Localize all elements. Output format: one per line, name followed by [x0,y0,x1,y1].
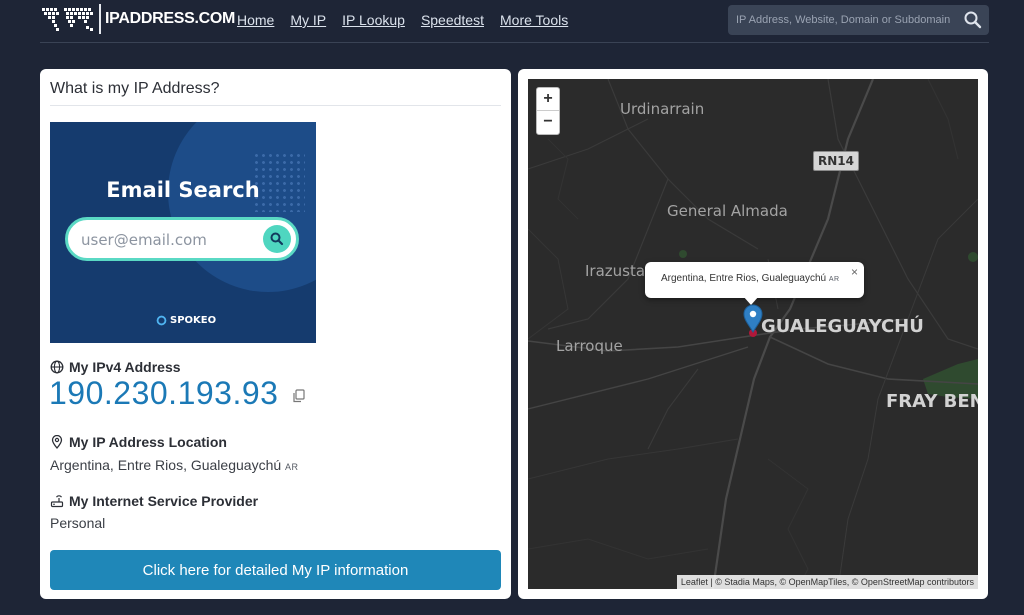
search-box [728,5,989,35]
place-fray-bentos: FRAY BEN [886,391,978,412]
attribution-contributors: contributors [924,577,974,587]
place-general-almada: General Almada [667,202,788,220]
nav-home[interactable]: Home [237,12,274,28]
location-value: Argentina, Entre Rios, Gualeguaychú AR [50,457,299,473]
attribution-openmaptiles-link[interactable]: OpenMapTiles [789,577,847,587]
ad-search-button[interactable] [263,225,291,253]
place-gualeguaychu: GUALEGUAYCHÚ [761,316,924,337]
card-title: What is my IP Address? [50,80,220,97]
email-search-ad[interactable]: Email Search user@email.com SPOKEO [50,122,316,343]
site-header: IPADDRESS.COM Home My IP IP Lookup Speed… [0,0,1024,44]
ad-email-field[interactable]: user@email.com [65,217,299,261]
attribution-sep-2: , © [774,577,789,587]
main-nav: Home My IP IP Lookup Speedtest More Tool… [237,12,568,28]
my-ip-card: What is my IP Address? Email Search user… [40,69,511,599]
spokeo-logo-icon [156,315,167,326]
popup-country-code: AR [828,276,840,283]
ad-brand-name: SPOKEO [170,315,217,326]
location-label: My IP Address Location [50,434,227,450]
location-popup: Argentina, Entre Rios, Gualeguaychú AR × [645,262,864,298]
attribution-sep-3: , © [846,577,861,587]
nav-my-ip[interactable]: My IP [290,12,326,28]
nav-speedtest[interactable]: Speedtest [421,12,484,28]
header-divider [40,42,989,43]
place-irazusta: Irazusta [585,262,646,280]
search-icon [270,232,284,246]
attribution-stadia-link[interactable]: Stadia Maps [724,577,774,587]
world-map-icon [42,8,93,31]
detailed-ip-info-button[interactable]: Click here for detailed My IP informatio… [50,550,501,590]
map-card: Urdinarrain General Almada Irazusta Larr… [518,69,988,599]
location-map[interactable]: Urdinarrain General Almada Irazusta Larr… [528,79,978,589]
popup-close-button[interactable]: × [851,265,858,279]
popup-text: Argentina, Entre Rios, Gualeguaychú AR [661,273,840,284]
place-urdinarrain: Urdinarrain [620,100,705,118]
search-icon[interactable] [963,10,983,30]
ad-title: Email Search [106,178,260,202]
zoom-out-button[interactable]: − [537,111,559,134]
attribution-osm-link[interactable]: OpenStreetMap [861,577,925,587]
road-shield-rn14: RN14 [813,151,859,171]
logo-text: IPADDRESS.COM [105,10,236,27]
search-input[interactable] [728,5,958,35]
zoom-control: + − [536,87,560,135]
location-marker-icon[interactable] [742,303,764,337]
map-pin-icon [51,435,63,449]
location-text: Argentina, Entre Rios, Gualeguaychú [50,457,282,473]
site-logo[interactable]: IPADDRESS.COM [40,4,235,34]
attribution-leaflet-link[interactable]: Leaflet [681,577,708,587]
zoom-in-button[interactable]: + [537,88,559,111]
location-country-code: AR [285,462,299,472]
ipv4-label-text: My IPv4 Address [69,359,181,375]
ipv4-value: 190.230.193.93 [49,375,279,411]
logo-divider [99,4,101,34]
popup-location: Argentina, Entre Rios, Gualeguaychú [661,273,827,284]
place-larroque: Larroque [556,337,623,355]
isp-value: Personal [50,515,106,531]
isp-label: My Internet Service Provider [50,493,258,509]
ad-email-placeholder: user@email.com [81,231,207,249]
ipv4-label: My IPv4 Address [50,359,181,375]
map-attribution: Leaflet | © Stadia Maps, © OpenMapTiles,… [676,575,978,589]
router-icon [50,495,64,508]
nav-more-tools[interactable]: More Tools [500,12,568,28]
card-divider [50,105,501,106]
nav-ip-lookup[interactable]: IP Lookup [342,12,405,28]
isp-label-text: My Internet Service Provider [69,493,259,509]
ad-brand: SPOKEO [156,315,216,326]
copy-icon[interactable] [292,389,305,403]
location-label-text: My IP Address Location [69,434,227,450]
globe-icon [50,360,64,374]
attribution-sep-1: | © [707,577,725,587]
